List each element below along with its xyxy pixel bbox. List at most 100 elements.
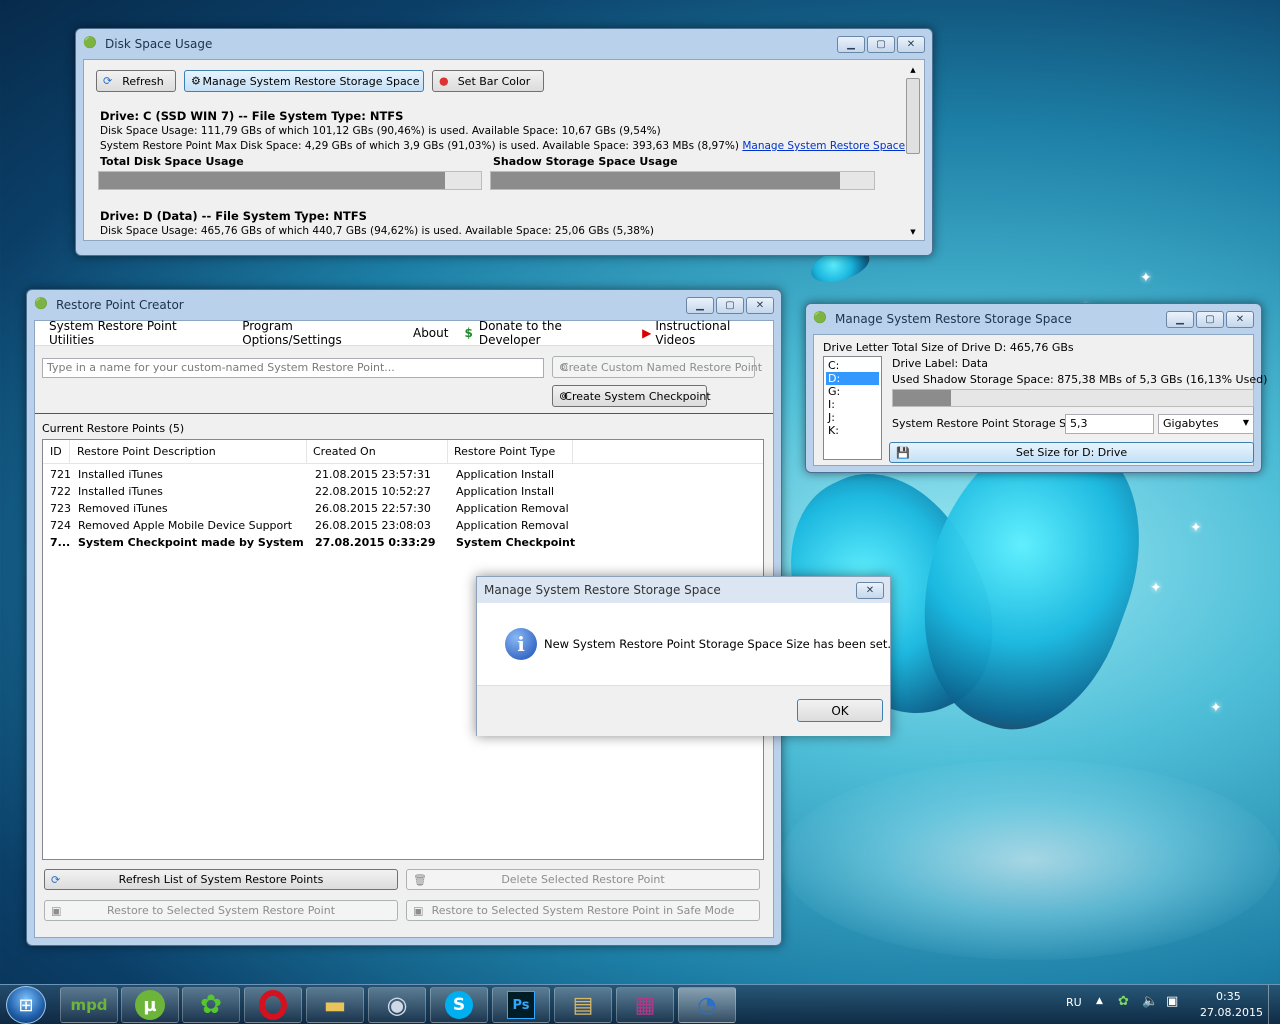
taskbar-utorrent-icon[interactable]: µ xyxy=(121,987,179,1023)
restore-safe-mode-button[interactable]: ▣ Restore to Selected System Restore Poi… xyxy=(406,900,760,921)
table-row[interactable]: 723 Removed iTunes 26.08.2015 22:57:30 Appl… xyxy=(43,500,763,517)
cell-id: 721 xyxy=(50,468,71,481)
clock-date[interactable]: 27.08.2015 xyxy=(1200,1006,1263,1019)
cell-description: Removed iTunes xyxy=(78,502,168,515)
play-icon: ▶ xyxy=(642,326,652,340)
taskbar-skype-icon[interactable]: S xyxy=(430,987,488,1023)
set-size-button[interactable]: 💾 Set Size for D: Drive xyxy=(889,442,1254,463)
titlebar: 🟢 Manage System Restore Storage Space ▁ … xyxy=(813,304,1254,334)
refresh-list-button[interactable]: ⟳ Refresh List of System Restore Points xyxy=(44,869,398,890)
sparkle-icon: ✦ xyxy=(1140,270,1152,286)
used-shadow-bar xyxy=(892,389,1254,407)
taskbar-winrar-icon[interactable]: ▦ xyxy=(616,987,674,1023)
total-usage-fill xyxy=(99,172,445,189)
close-button[interactable]: ✕ xyxy=(1226,311,1254,328)
restore-selected-button[interactable]: ▣ Restore to Selected System Restore Poi… xyxy=(44,900,398,921)
scroll-thumb[interactable] xyxy=(906,78,920,154)
column-header-description[interactable]: Restore Point Description xyxy=(70,440,307,463)
ok-button[interactable]: OK xyxy=(797,699,883,722)
app-icon: 🟢 xyxy=(34,297,48,310)
table-row[interactable]: 721 Installed iTunes 21.08.2015 23:57:31 Ap… xyxy=(43,466,763,483)
cell-created: 22.08.2015 10:52:27 xyxy=(315,485,431,498)
clock-time[interactable]: 0:35 xyxy=(1216,990,1241,1003)
cell-created: 27.08.2015 0:33:29 xyxy=(315,536,436,549)
column-header-id[interactable]: ID xyxy=(43,440,70,463)
drive-letter-list[interactable]: C: D: G: I: J: K: xyxy=(823,356,882,460)
taskbar-photoshop-icon[interactable]: Ps xyxy=(492,987,550,1023)
drive-c-usage: Disk Space Usage: 111,79 GBs of which 10… xyxy=(100,125,661,137)
delete-selected-button[interactable]: 🗑 Delete Selected Restore Point xyxy=(406,869,760,890)
cell-created: 21.08.2015 23:57:31 xyxy=(315,468,431,481)
drive-list-item[interactable]: J: xyxy=(826,411,879,424)
table-row[interactable]: 7... System Checkpoint made by System ...… xyxy=(43,534,763,551)
message-dialog: Manage System Restore Storage Space ✕ i … xyxy=(476,576,891,736)
minimize-button[interactable]: ▁ xyxy=(1166,311,1194,328)
network-icon[interactable]: ▣ xyxy=(1166,994,1178,1009)
scrollbar[interactable]: ▲ ▼ xyxy=(906,66,920,236)
column-header-created[interactable]: Created On xyxy=(307,440,448,463)
manage-restore-space-link[interactable]: Manage System Restore Space xyxy=(742,140,905,152)
taskbar-folder-icon[interactable]: ▬ xyxy=(306,987,364,1023)
drive-list-item[interactable]: G: xyxy=(826,385,879,398)
menu-donate[interactable]: Donate to the Developer xyxy=(479,319,626,347)
sparkle-icon: ✦ xyxy=(1210,700,1222,716)
show-hidden-icons[interactable]: ▲ xyxy=(1096,996,1103,1006)
info-icon: i xyxy=(505,628,537,660)
taskbar-archive-icon[interactable]: ▤ xyxy=(554,987,612,1023)
maximize-button[interactable]: ▢ xyxy=(1196,311,1224,328)
column-header-type[interactable]: Restore Point Type xyxy=(448,440,573,463)
storage-size-label: System Restore Point Storage Size: xyxy=(892,417,1086,430)
close-button[interactable]: ✕ xyxy=(856,582,884,599)
tray-app-icon[interactable]: ✿ xyxy=(1118,994,1129,1009)
menu-options[interactable]: Program Options/Settings xyxy=(242,319,395,347)
start-button[interactable]: ⊞ xyxy=(6,986,46,1024)
restore-name-input[interactable]: Type in a name for your custom-named Sys… xyxy=(42,358,544,378)
taskbar-mpd-icon[interactable]: mpd xyxy=(60,987,118,1023)
storage-size-input[interactable]: 5,3 xyxy=(1065,414,1154,434)
maximize-button[interactable]: ▢ xyxy=(867,36,895,53)
refresh-button[interactable]: ⟳ Refresh xyxy=(96,70,176,92)
create-named-restore-button[interactable]: ⊚ Create Custom Named Restore Point xyxy=(552,356,762,378)
drive-c-heading: Drive: C (SSD WIN 7) -- File System Type… xyxy=(100,109,404,123)
scroll-down-icon[interactable]: ▼ xyxy=(906,228,920,236)
menu-utilities[interactable]: System Restore Point Utilities xyxy=(49,319,224,347)
unit-select[interactable]: Gigabytes ▼ xyxy=(1158,414,1254,434)
sparkle-icon: ✦ xyxy=(1190,520,1202,536)
menu-videos[interactable]: Instructional Videos xyxy=(655,319,773,347)
titlebar: 🟢 Disk Space Usage ▁ ▢ ✕ xyxy=(83,29,925,59)
drive-d-usage: Disk Space Usage: 465,76 GBs of which 44… xyxy=(100,225,655,237)
create-checkpoint-button[interactable]: ⊚ Create System Checkpoint xyxy=(552,385,711,407)
menu-about[interactable]: About xyxy=(413,326,448,340)
drive-list-item[interactable]: I: xyxy=(826,398,879,411)
cell-description: System Checkpoint made by System ... xyxy=(78,536,308,549)
language-indicator[interactable]: RU xyxy=(1066,996,1082,1009)
minimize-button[interactable]: ▁ xyxy=(837,36,865,53)
close-button[interactable]: ✕ xyxy=(897,36,925,53)
taskbar-app-icon[interactable]: ◉ xyxy=(368,987,426,1023)
drive-list-item[interactable]: K: xyxy=(826,424,879,437)
dialog-titlebar: Manage System Restore Storage Space ✕ xyxy=(477,577,890,603)
drive-list-item[interactable]: C: xyxy=(826,359,879,372)
set-bar-color-button[interactable]: ● Set Bar Color xyxy=(432,70,544,92)
shadow-usage-bar xyxy=(490,171,875,190)
color-wheel-icon: ● xyxy=(439,74,449,88)
taskbar-restore-point-creator-icon[interactable]: ◔ xyxy=(678,987,736,1023)
drive-label-text: Drive Label: Data xyxy=(892,357,988,370)
table-row[interactable]: 722 Installed iTunes 22.08.2015 10:52:27 Ap… xyxy=(43,483,763,500)
taskbar-opera-icon[interactable] xyxy=(244,987,302,1023)
window-title: Manage System Restore Storage Space xyxy=(835,312,1072,326)
close-button[interactable]: ✕ xyxy=(746,297,774,314)
volume-icon[interactable]: 🔈 xyxy=(1142,994,1158,1009)
scroll-up-icon[interactable]: ▲ xyxy=(906,66,920,74)
taskbar-icq-icon[interactable]: ✿ xyxy=(182,987,240,1023)
cell-type: Application Install xyxy=(456,485,555,498)
minimize-button[interactable]: ▁ xyxy=(686,297,714,314)
manage-restore-storage-button[interactable]: ⚙ Manage System Restore Storage Space xyxy=(184,70,424,92)
drive-list-item[interactable]: D: xyxy=(826,372,879,385)
maximize-button[interactable]: ▢ xyxy=(716,297,744,314)
dialog-message: New System Restore Point Storage Space S… xyxy=(544,637,891,651)
save-icon: 💾 xyxy=(896,446,910,459)
restore-icon: ▣ xyxy=(51,904,62,917)
table-row[interactable]: 724 Removed Apple Mobile Device Support 26… xyxy=(43,517,763,534)
show-desktop-button[interactable] xyxy=(1268,985,1280,1024)
